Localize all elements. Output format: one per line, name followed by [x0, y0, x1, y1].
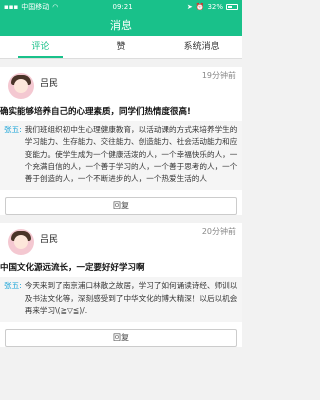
author-name: 吕民 [40, 79, 59, 89]
battery-icon [226, 3, 238, 10]
clock: 09:21 [112, 2, 133, 11]
wifi-icon: ◠ [52, 2, 59, 11]
card-header: 吕民 20分钟前 [0, 223, 242, 261]
comment-text: 今天来到了南京浦口林散之故居，学习了如何诵读诗经、师训以及书法文化等，深刻感受到… [24, 281, 238, 316]
signal-icon: ▪▪▪ [4, 2, 19, 11]
battery-percent: 32% [207, 2, 223, 11]
location-icon: ➤ [186, 2, 193, 11]
message-card: 吕民 19分钟前 确实能够培养自己的心理素质，同学们热情度很高! 张五: 我们班… [0, 67, 242, 216]
carrier-label: 中国移动 [21, 2, 50, 11]
status-bar: ▪▪▪ 中国移动 ◠ 09:21 ➤ ⏰ 32% [0, 0, 242, 13]
post-time: 19分钟前 [201, 71, 236, 80]
status-right: ➤ ⏰ 32% [187, 3, 238, 11]
post-title[interactable]: 中国文化源远流长，一定要好好学习啊 [0, 261, 242, 275]
avatar[interactable] [8, 229, 34, 256]
nav-bar: 消息 [0, 13, 242, 36]
alarm-icon: ⏰ [195, 2, 205, 11]
status-left: ▪▪▪ 中国移动 ◠ [4, 2, 58, 12]
tab-comments[interactable]: 评论 [0, 36, 81, 58]
tab-likes[interactable]: 赞 [81, 36, 162, 58]
commenter-name: 张五: [4, 125, 22, 134]
comment-box: 张五: 今天来到了南京浦口林散之故居，学习了如何诵读诗经、师训以及书法文化等，深… [0, 277, 242, 323]
reply-button[interactable]: 回复 [5, 329, 237, 348]
reply-button[interactable]: 回复 [5, 197, 237, 216]
commenter-name: 张五: [4, 281, 22, 291]
author-name: 吕民 [40, 235, 59, 246]
message-card: 吕民 20分钟前 中国文化源远流长，一定要好好学习啊 张五: 今天来到了南京浦口… [0, 223, 242, 348]
post-title[interactable]: 确实能够培养自己的心理素质，同学们热情度很高! [0, 105, 242, 119]
comment-text: 我们班组织初中生心理健康教育，以活动课的方式来培养学生的学习能力、生存能力、交往… [24, 125, 238, 184]
avatar-face [14, 235, 28, 250]
card-header: 吕民 19分钟前 [0, 67, 242, 105]
tab-bar: 评论 赞 系统消息 [0, 36, 242, 59]
page-title: 消息 [110, 18, 132, 32]
comment-box: 张五: 我们班组织初中生心理健康教育，以活动课的方式来培养学生的学习能力、生存能… [0, 121, 242, 191]
avatar[interactable] [8, 73, 34, 99]
avatar-face [14, 79, 28, 93]
tab-system-messages[interactable]: 系统消息 [161, 36, 242, 58]
post-time: 20分钟前 [201, 227, 236, 237]
